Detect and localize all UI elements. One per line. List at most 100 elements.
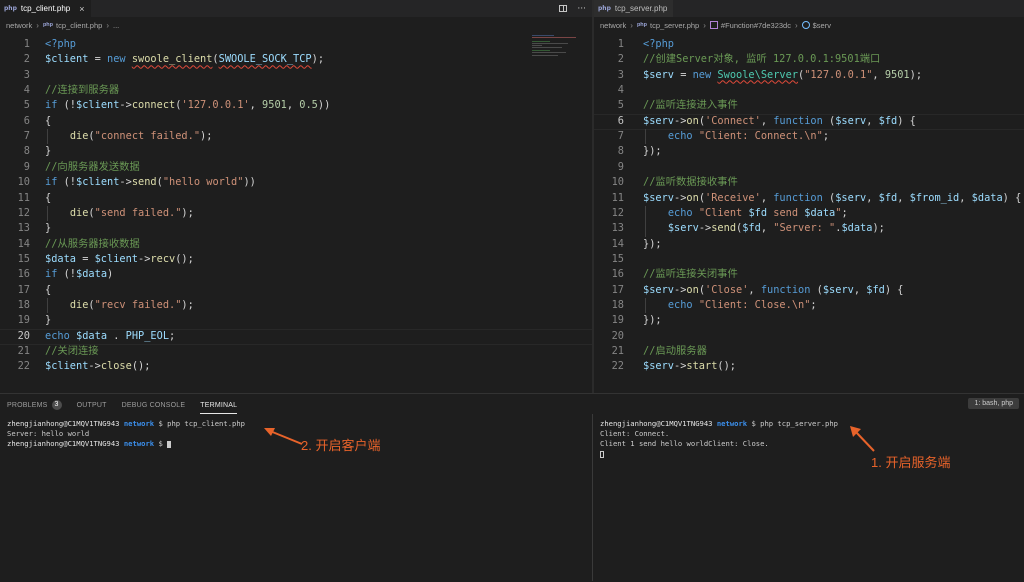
code-line[interactable]: 10 if (!$client->send("hello world")) (0, 175, 592, 190)
code-text: //关闭连接 (45, 344, 99, 359)
code-line[interactable]: 5 if (!$client->connect('127.0.0.1', 9501… (0, 98, 592, 113)
code-line[interactable]: 7 die("connect failed."); (0, 129, 592, 144)
terminal-split-divider[interactable] (592, 414, 593, 581)
code-line[interactable]: 21 //关闭连接 (0, 344, 592, 359)
breadcrumb-more[interactable]: ... (113, 21, 119, 30)
tab-tcp-server[interactable]: php tcp_server.php (594, 0, 674, 17)
chevron-right-icon: › (794, 20, 798, 30)
code-token: "hello world" (162, 176, 244, 189)
line-number: 6 (617, 114, 624, 127)
code-token: send (767, 206, 805, 219)
line-number: 5 (617, 99, 624, 112)
minimap[interactable] (532, 33, 584, 59)
code-line[interactable]: 9 (594, 160, 1024, 175)
code-line[interactable]: 13 $serv->send($fd, "Server: ".$data); (594, 221, 1024, 236)
code-token: $serv (667, 222, 699, 235)
code-line[interactable]: 14}); (594, 237, 1024, 252)
code-line[interactable]: 8}); (594, 144, 1024, 159)
line-number: 16 (17, 268, 30, 281)
code-line[interactable]: 5 //监听连接进入事件 (594, 98, 1024, 113)
code-line[interactable]: 20 echo $data . PHP_EOL; (0, 329, 592, 344)
code-line[interactable]: 1 <?php (594, 37, 1024, 52)
code-line[interactable]: 22 $serv->start(); (594, 359, 1024, 374)
terminal-shell-select[interactable]: 1: bash, php (968, 398, 1019, 409)
code-text: //连接到服务器 (45, 83, 119, 98)
breadcrumb-file[interactable]: tcp_server.php (650, 21, 699, 30)
code-line[interactable]: 1 <?php (0, 37, 592, 52)
code-line[interactable]: 2 //创建Server对象, 监听 127.0.0.1:9501端口 (594, 52, 1024, 67)
code-token: $from_id (909, 191, 960, 204)
breadcrumb-variable[interactable]: $serv (813, 21, 831, 30)
code-line[interactable]: 13} (0, 221, 592, 236)
code-line[interactable]: 15 (594, 252, 1024, 267)
tab-problems[interactable]: PROBLEMS 3 (7, 394, 62, 416)
code-text: $data = $client->recv(); (45, 252, 194, 267)
code-line[interactable]: 12 die("send failed."); (0, 206, 592, 221)
tab-debug-console[interactable]: DEBUG CONSOLE (122, 394, 186, 416)
breadcrumb-function[interactable]: #Function#7de323dc (721, 21, 791, 30)
line-number: 1 (23, 38, 30, 50)
code-line[interactable]: 19} (0, 313, 592, 328)
code-token: $serv (822, 283, 854, 296)
code-line[interactable]: 20 (594, 329, 1024, 344)
code-token: (); (175, 252, 194, 265)
tab-terminal[interactable]: TERMINAL (200, 394, 238, 416)
code-line[interactable]: 21 //启动服务器 (594, 344, 1024, 359)
breadcrumb-folder[interactable]: network (600, 21, 626, 30)
code-line[interactable]: 18 echo "Client: Close.\n"; (594, 298, 1024, 313)
code-line[interactable]: 7 echo "Client: Connect.\n"; (594, 129, 1024, 144)
breadcrumb-folder[interactable]: network (6, 21, 32, 30)
close-icon[interactable]: × (79, 4, 84, 14)
breadcrumb-file[interactable]: tcp_client.php (56, 21, 102, 30)
client-annotation-arrow (264, 428, 303, 445)
code-line[interactable]: 6{ (0, 114, 592, 129)
split-editor-icon[interactable] (559, 5, 568, 12)
code-text: } (45, 144, 51, 159)
code-text: //监听连接进入事件 (643, 98, 738, 113)
code-token: }); (643, 237, 662, 250)
code-line[interactable]: 17 $serv->on('Close', function ($serv, $f… (594, 283, 1024, 298)
prompt-directory: network (716, 419, 748, 428)
code-line[interactable]: 17 { (0, 283, 592, 298)
code-line[interactable]: 4 //连接到服务器 (0, 83, 592, 98)
tab-output[interactable]: OUTPUT (77, 394, 107, 416)
tab-tcp-client[interactable]: php tcp_client.php × (0, 0, 91, 17)
code-token: $data (804, 206, 836, 219)
terminal-server[interactable]: zhengjianhong@C1MQV1TNG943 network $ php… (600, 419, 838, 459)
code-line[interactable]: 18 die("recv failed."); (0, 298, 592, 313)
code-token: , (249, 99, 263, 112)
chevron-right-icon: › (36, 20, 39, 30)
terminal-client[interactable]: zhengjianhong@C1MQV1TNG943 network $ php… (7, 419, 245, 449)
code-token: ; (841, 206, 848, 219)
code-line[interactable]: 12 echo "Client $fd send $data"; (594, 206, 1024, 221)
code-line[interactable]: 19}); (594, 313, 1024, 328)
code-line[interactable]: 8} (0, 144, 592, 159)
code-token: function (773, 114, 823, 127)
code-line[interactable]: 11 { (0, 191, 592, 206)
code-line[interactable]: 3 (0, 68, 592, 83)
code-line[interactable]: 11 $serv->on('Receive', function ($serv, … (594, 191, 1024, 206)
code-token: )) (243, 176, 256, 189)
code-line[interactable]: 9 //向服务器发送数据 (0, 160, 592, 175)
line-number: 9 (23, 160, 30, 173)
code-token: ); (200, 130, 213, 143)
code-token: $serv (643, 191, 674, 204)
code-line[interactable]: 10 //监听数据接收事件 (594, 175, 1024, 190)
code-token: ) (107, 268, 114, 281)
code-line[interactable]: 14 //从服务器接收数据 (0, 237, 592, 252)
code-token: PHP_EOL (125, 329, 170, 342)
code-line[interactable]: 16 if (!$data) (0, 267, 592, 282)
more-actions-icon[interactable]: ··· (577, 4, 586, 14)
line-number: 9 (617, 160, 624, 173)
code-text: //从服务器接收数据 (45, 237, 140, 252)
editor-actions: ··· (559, 0, 586, 17)
code-token: die (69, 206, 89, 219)
code-line[interactable]: 16 //监听连接关闭事件 (594, 267, 1024, 282)
code-line[interactable]: 22 $client->close(); (0, 359, 592, 374)
code-line[interactable]: 2 $client = new swoole_client(SWOOLE_SOCK… (0, 52, 592, 67)
line-number: 10 (17, 176, 30, 189)
code-line[interactable]: 4 (594, 83, 1024, 98)
code-line[interactable]: 15 $data = $client->recv(); (0, 252, 592, 267)
code-line[interactable]: 6 $serv->on('Connect', function ($serv, $… (594, 114, 1024, 129)
code-line[interactable]: 3 $serv = new Swoole\Server("127.0.0.1", … (594, 68, 1024, 83)
